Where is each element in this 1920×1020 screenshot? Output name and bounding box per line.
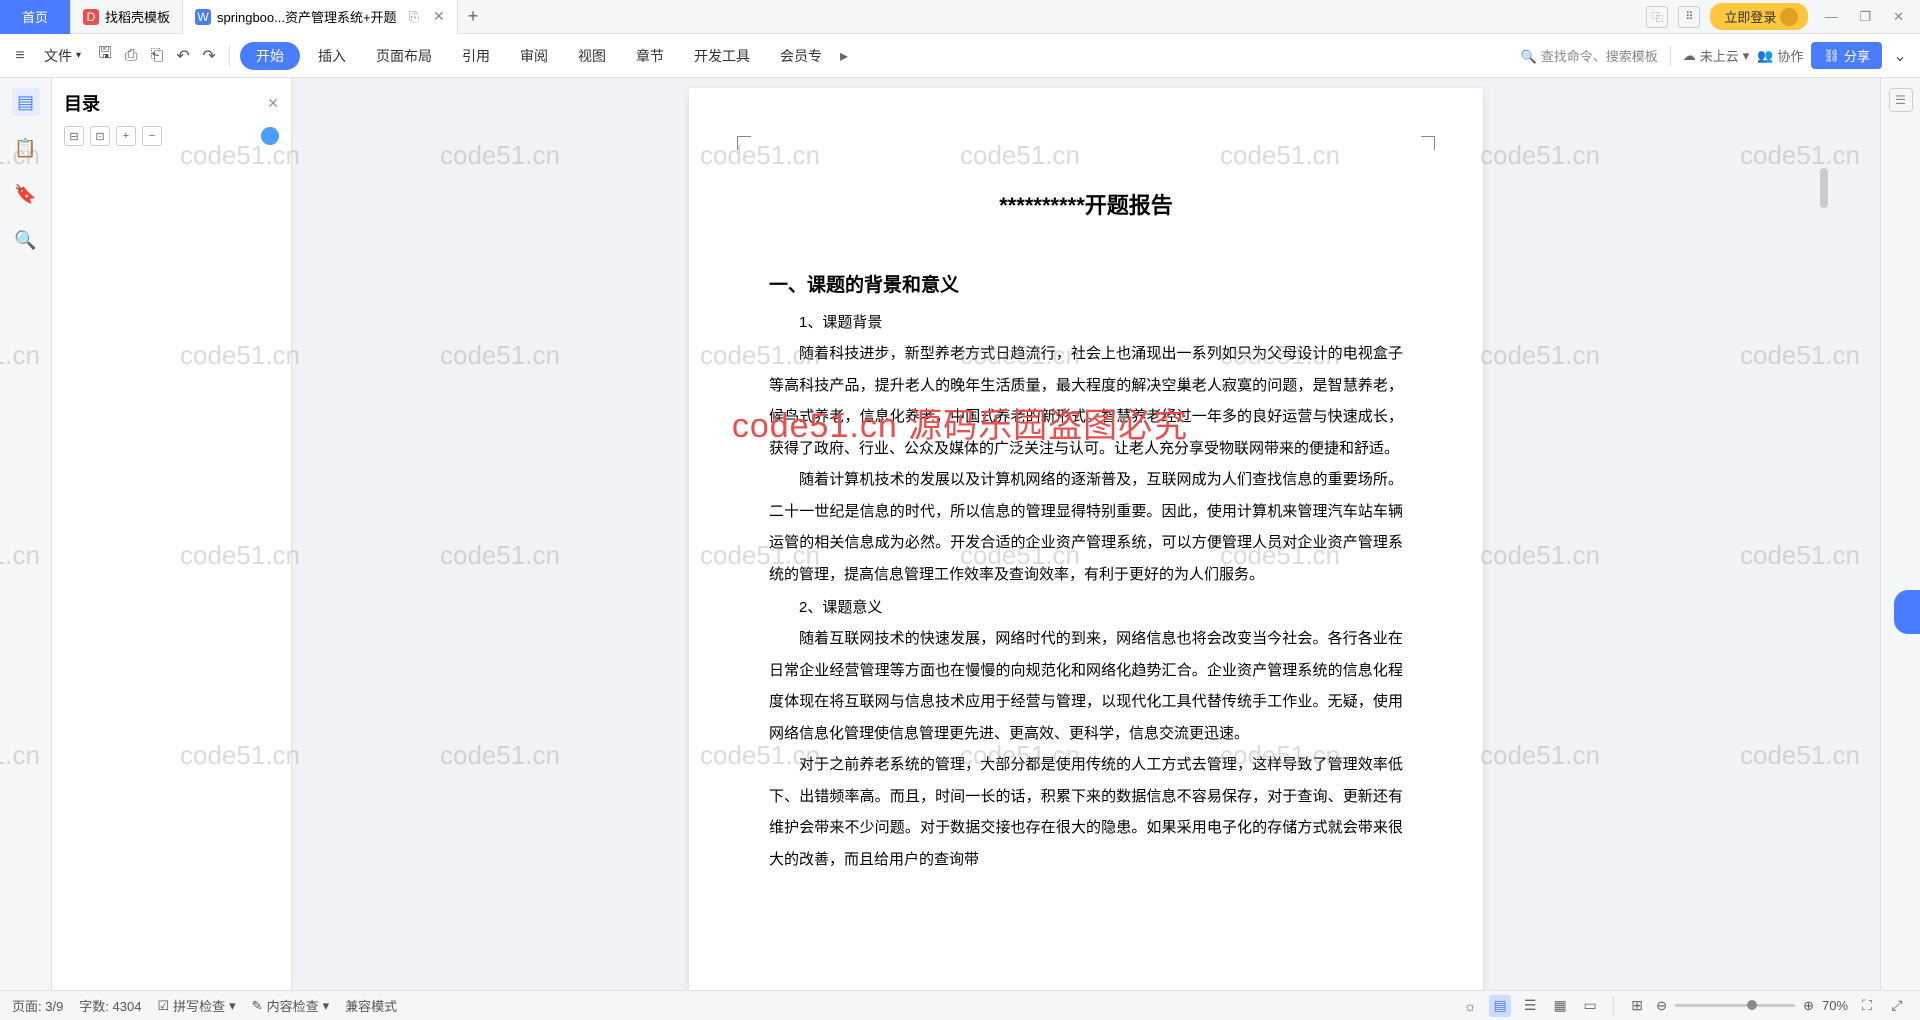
tab-document[interactable]: Wspringboo...资产管理系统+开题⎘✕ (183, 0, 458, 34)
fit-width-icon[interactable]: ⛶ (1856, 995, 1878, 1017)
save-icon[interactable]: 🖫 (95, 46, 115, 66)
outline-view-icon[interactable]: ☰ (1519, 995, 1541, 1017)
outline-tools: ⊟ ⊡ + − (64, 126, 279, 146)
paragraph: 随着科技进步，新型养老方式日趋流行，社会上也涌现出一系列如只为父母设计的电视盒子… (769, 338, 1403, 464)
tab-home[interactable]: 首页 (0, 0, 71, 34)
zoom-in-icon[interactable]: ⊕ (1803, 998, 1814, 1014)
close-window-icon[interactable]: ✕ (1887, 9, 1910, 25)
login-button[interactable]: 立即登录 (1710, 3, 1808, 30)
minimize-icon[interactable]: — (1818, 9, 1843, 24)
main-area: ▤ 📋 🔖 🔍 目录 ✕ ⊟ ⊡ + − **********开题报告 一、课题… (0, 78, 1920, 990)
outline-close-icon[interactable]: ✕ (267, 95, 279, 112)
tab-member[interactable]: 会员专 (768, 42, 834, 70)
paragraph: 随着互联网技术的快速发展，网络时代的到来，网络信息也将会改变当今社会。各行各业在… (769, 623, 1403, 749)
right-sidebar: ☰ (1880, 78, 1920, 990)
collapse-all-icon[interactable]: ⊟ (64, 126, 84, 146)
title-tabs-bar: 首页 D找稻壳模板 Wspringboo...资产管理系统+开题⎘✕ + ⿻ ⠿… (0, 0, 1920, 34)
more-icon[interactable]: ⌄ (1890, 46, 1910, 66)
panel-toggle-icon[interactable]: ☰ (1889, 88, 1913, 112)
left-sidebar: ▤ 📋 🔖 🔍 (0, 78, 52, 990)
remove-heading-icon[interactable]: − (142, 126, 162, 146)
tab-templates[interactable]: D找稻壳模板 (71, 0, 183, 34)
tab-devtools[interactable]: 开发工具 (682, 42, 762, 70)
page-view-icon[interactable]: ▤ (1489, 995, 1511, 1017)
preview-icon[interactable]: ⎗ (147, 46, 167, 66)
web-view-icon[interactable]: ▦ (1549, 995, 1571, 1017)
heading-2: 1、课题背景 (769, 311, 1403, 332)
paragraph: 对于之前养老系统的管理，大部分都是使用传统的人工方式去管理，这样导致了管理效率低… (769, 749, 1403, 875)
document-page: **********开题报告 一、课题的背景和意义 1、课题背景 随着科技进步，… (689, 88, 1483, 990)
word-icon: W (195, 9, 211, 25)
search-icon[interactable]: 🔍 (12, 226, 40, 254)
bookmark-icon[interactable]: 🔖 (12, 180, 40, 208)
tab-review[interactable]: 审阅 (508, 42, 560, 70)
outline-title: 目录 (64, 90, 100, 116)
file-menu[interactable]: 文件 ▾ (36, 42, 89, 70)
apps-icon[interactable]: ⠿ (1678, 6, 1700, 28)
share-button[interactable]: ⛓ 分享 (1811, 42, 1882, 69)
redo-icon[interactable]: ↷ (199, 46, 219, 66)
add-heading-icon[interactable]: + (116, 126, 136, 146)
main-toolbar: ≡ 文件 ▾ 🖫 ⎙ ⎗ ↶ ↷ 开始 插入 页面布局 引用 审阅 视图 章节 … (0, 34, 1920, 78)
tab-start[interactable]: 开始 (240, 42, 300, 70)
tab-view[interactable]: 视图 (566, 42, 618, 70)
outline-icon[interactable]: ▤ (12, 88, 40, 116)
read-view-icon[interactable]: ▭ (1579, 995, 1601, 1017)
tab-options-icon[interactable]: ⎘ (409, 9, 419, 25)
outline-sync-icon[interactable] (261, 127, 279, 145)
side-handle[interactable] (1894, 590, 1920, 634)
avatar-icon (1780, 8, 1798, 26)
margin-marker (737, 136, 751, 150)
word-count[interactable]: 字数: 4304 (79, 996, 141, 1015)
scrollbar-thumb[interactable] (1820, 168, 1828, 208)
heading-2: 2、课题意义 (769, 596, 1403, 617)
focus-mode-icon[interactable]: ☼ (1459, 995, 1481, 1017)
paragraph: 随着计算机技术的发展以及计算机网络的逐渐普及，互联网成为人们查找信息的重要场所。… (769, 464, 1403, 590)
outline-panel: 目录 ✕ ⊟ ⊡ + − (52, 78, 292, 990)
print-icon[interactable]: ⎙ (121, 46, 141, 66)
doc-title: **********开题报告 (769, 188, 1403, 220)
daokr-icon: D (83, 9, 99, 25)
close-icon[interactable]: ✕ (433, 8, 445, 25)
maximize-icon[interactable]: ❐ (1853, 9, 1877, 25)
menu-icon[interactable]: ≡ (10, 46, 30, 66)
spell-check[interactable]: ☑ 拼写检查 ▾ (157, 996, 235, 1015)
tab-layout[interactable]: 页面布局 (364, 42, 444, 70)
coop-button[interactable]: 👥 协作 (1757, 46, 1803, 65)
ruler-icon[interactable]: ⊞ (1626, 995, 1648, 1017)
layout-icon[interactable]: ⿻ (1646, 6, 1668, 28)
zoom-level[interactable]: 70% (1822, 998, 1848, 1013)
page-indicator[interactable]: 页面: 3/9 (12, 996, 63, 1015)
undo-icon[interactable]: ↶ (173, 46, 193, 66)
content-check[interactable]: ✎ 内容检查 ▾ (252, 996, 329, 1015)
expand-all-icon[interactable]: ⊡ (90, 126, 110, 146)
window-controls: ⿻ ⠿ 立即登录 — ❐ ✕ (1646, 3, 1920, 30)
clipboard-icon[interactable]: 📋 (12, 134, 40, 162)
tab-references[interactable]: 引用 (450, 42, 502, 70)
tab-chapter[interactable]: 章节 (624, 42, 676, 70)
margin-marker (1421, 136, 1435, 150)
add-tab-button[interactable]: + (458, 0, 489, 34)
cloud-status[interactable]: ☁ 未上云 ▾ (1683, 46, 1750, 65)
fullscreen-icon[interactable]: ⤢ (1886, 995, 1908, 1017)
zoom-slider[interactable] (1675, 1004, 1795, 1007)
status-bar: 页面: 3/9 字数: 4304 ☑ 拼写检查 ▾ ✎ 内容检查 ▾ 兼容模式 … (0, 990, 1920, 1020)
tab-insert[interactable]: 插入 (306, 42, 358, 70)
heading-1: 一、课题的背景和意义 (769, 270, 1403, 297)
zoom-out-icon[interactable]: ⊖ (1656, 998, 1667, 1014)
compat-mode[interactable]: 兼容模式 (345, 996, 397, 1015)
document-viewport[interactable]: **********开题报告 一、课题的背景和意义 1、课题背景 随着科技进步，… (292, 78, 1880, 990)
search-commands[interactable]: 🔍 查找命令、搜索模板 (1521, 46, 1658, 65)
